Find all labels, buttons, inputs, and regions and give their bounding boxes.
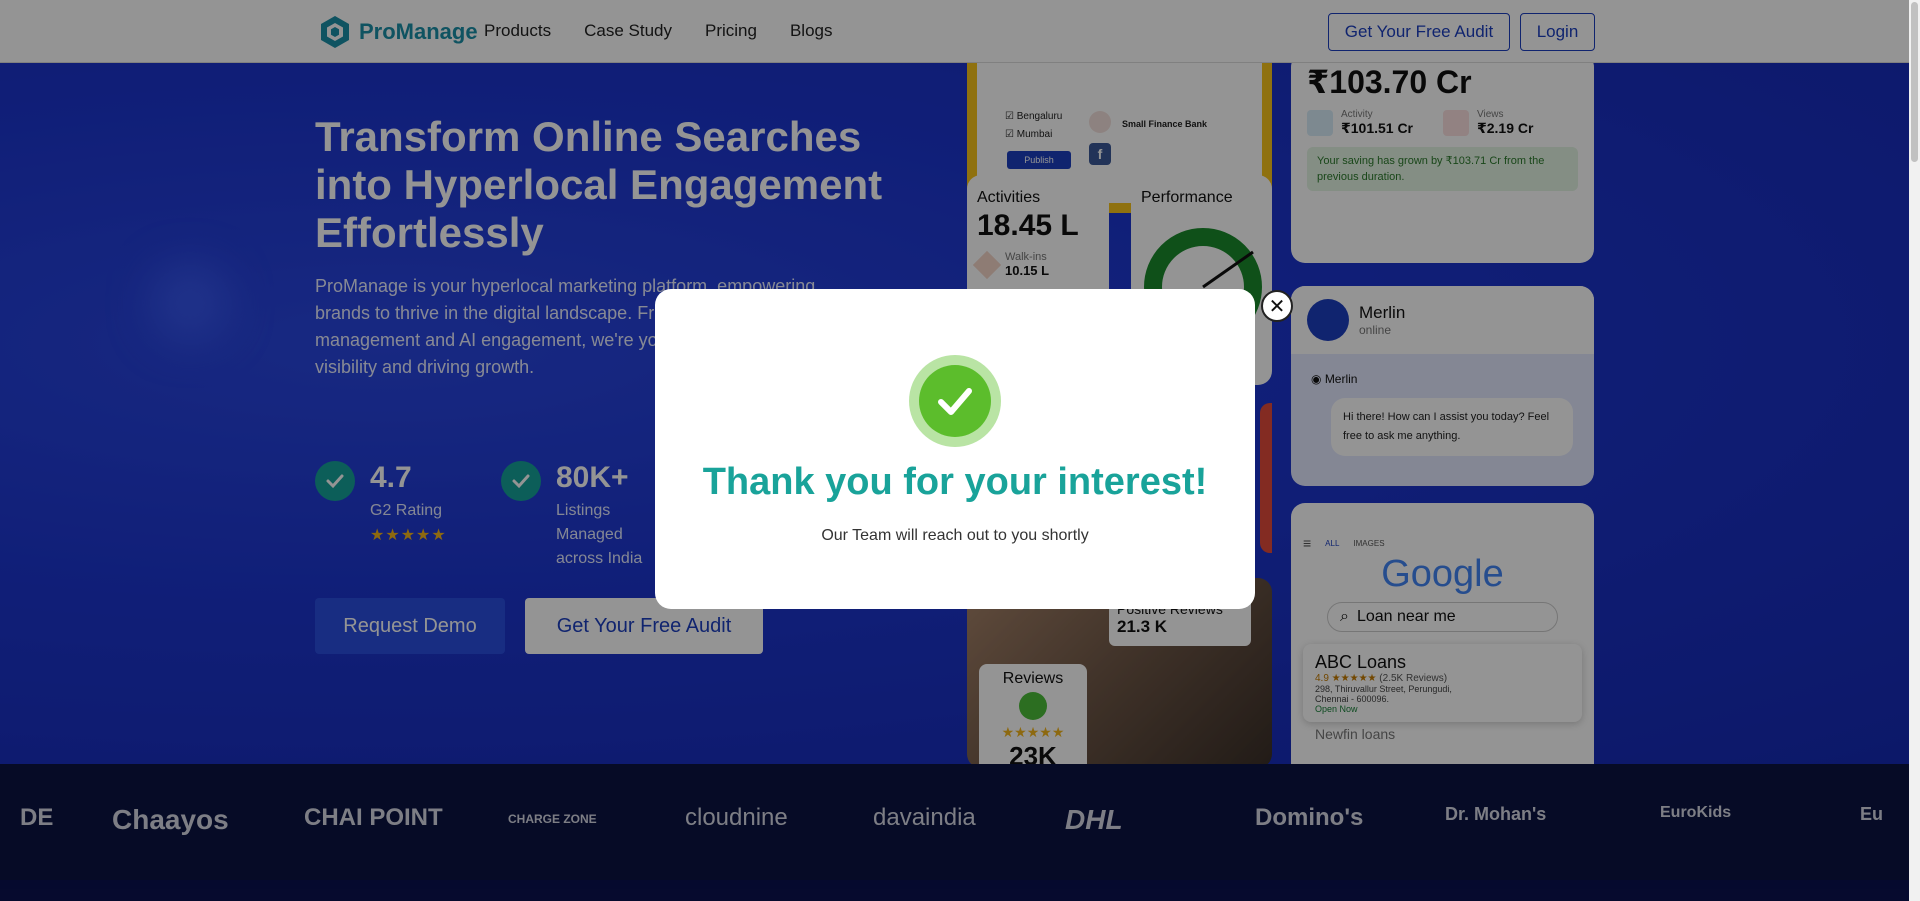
modal-subtitle: Our Team will reach out to you shortly: [821, 527, 1089, 544]
scrollbar-thumb[interactable]: [1911, 2, 1918, 162]
page-scrollbar[interactable]: [1909, 0, 1920, 901]
close-icon[interactable]: ✕: [1261, 290, 1293, 322]
modal-title: Thank you for your interest!: [702, 461, 1208, 503]
thank-you-modal: Thank you for your interest! Our Team wi…: [655, 289, 1255, 609]
success-check-icon: [909, 355, 1001, 447]
